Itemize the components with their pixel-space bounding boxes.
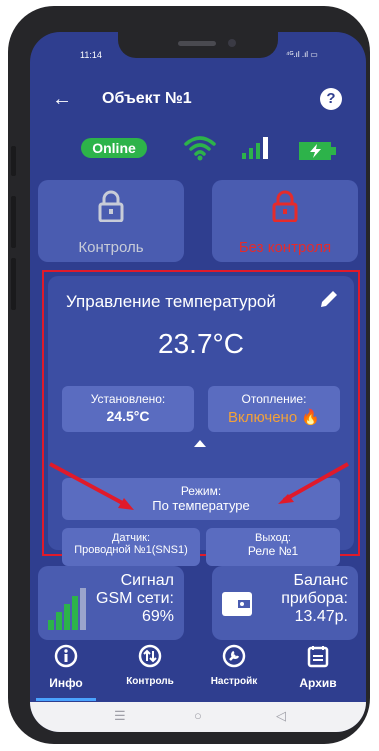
nav-archive[interactable]: Архив bbox=[282, 644, 354, 690]
nav-control[interactable]: Контроль bbox=[114, 644, 186, 687]
balance-text: Баланс прибора: 13.47р. bbox=[281, 572, 348, 626]
active-tab-indicator bbox=[36, 698, 96, 701]
balance-tile[interactable]: Баланс прибора: 13.47р. bbox=[212, 566, 358, 640]
arrows-updown-icon bbox=[138, 644, 162, 668]
balance-line1: Баланс bbox=[293, 572, 348, 589]
app-screen: 11:14 ⁴ᴳ.ıl .ıl ▭ ← Объект №1 ? Online К… bbox=[30, 32, 366, 732]
speaker-grille bbox=[178, 41, 216, 46]
bottom-nav: Инфо Контроль Настройк Архив bbox=[30, 642, 366, 701]
recent-apps-button[interactable]: ☰ bbox=[114, 708, 126, 724]
system-nav-bar: ☰ ○ ◁ bbox=[30, 702, 366, 732]
gsm-value: 69% bbox=[141, 608, 174, 625]
home-button[interactable]: ○ bbox=[194, 708, 202, 723]
nav-info[interactable]: Инфо bbox=[30, 644, 102, 690]
wrench-icon bbox=[222, 644, 246, 668]
phone-button bbox=[11, 258, 16, 310]
info-icon bbox=[54, 644, 78, 668]
balance-line2: прибора: bbox=[281, 590, 348, 607]
wallet-icon bbox=[222, 592, 252, 616]
nav-control-label: Контроль bbox=[126, 676, 174, 687]
nav-settings-label: Настройк bbox=[210, 676, 258, 687]
gsm-line2: GSM сети: bbox=[96, 590, 174, 607]
signal-bars-icon bbox=[48, 588, 86, 630]
gsm-text: Сигнал GSM сети: 69% bbox=[96, 572, 174, 626]
calendar-icon bbox=[307, 646, 329, 668]
phone-frame: 11:14 ⁴ᴳ.ıl .ıl ▭ ← Объект №1 ? Online К… bbox=[8, 6, 370, 744]
system-back-button[interactable]: ◁ bbox=[276, 708, 286, 724]
nav-settings[interactable]: Настройк bbox=[198, 644, 270, 687]
phone-button bbox=[11, 196, 16, 248]
front-camera bbox=[228, 39, 236, 47]
camera-notch bbox=[118, 32, 278, 58]
balance-value: 13.47р. bbox=[294, 608, 348, 625]
gsm-signal-tile[interactable]: Сигнал GSM сети: 69% bbox=[38, 566, 184, 640]
nav-info-label: Инфо bbox=[49, 676, 83, 690]
phone-button bbox=[11, 146, 16, 176]
gsm-line1: Сигнал bbox=[120, 572, 174, 589]
nav-archive-label: Архив bbox=[299, 676, 337, 690]
